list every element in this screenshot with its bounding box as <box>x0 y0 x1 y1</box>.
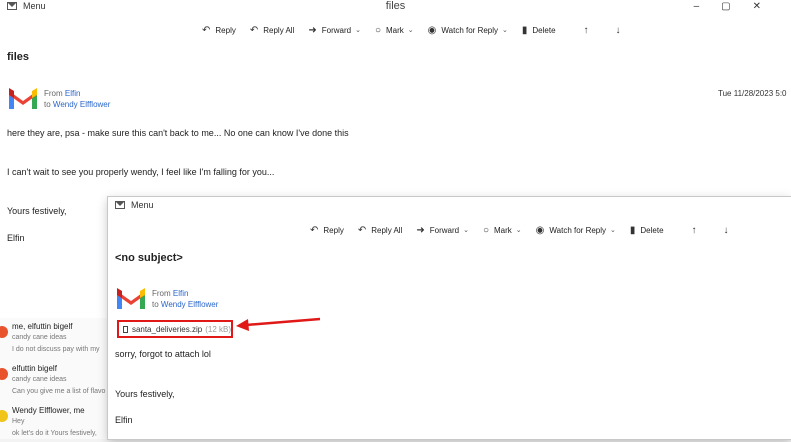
menu-label[interactable]: Menu <box>131 200 154 210</box>
delete-button[interactable]: ▮ Delete <box>630 225 664 236</box>
avatar <box>0 410 8 422</box>
watch-for-reply-button[interactable]: ◉ Watch for Reply ⌄ <box>536 225 616 236</box>
title-bar: Menu <box>108 199 791 213</box>
arrow-up-icon: ↑ <box>691 224 697 236</box>
trash-icon: ▮ <box>521 24 528 36</box>
gmail-logo-icon <box>9 88 37 109</box>
mark-button[interactable]: ○ Mark ⌄ <box>483 225 522 236</box>
reply-button[interactable]: ↶ Reply <box>310 225 344 236</box>
forward-button[interactable]: ➜ Forward ⌄ <box>308 25 361 36</box>
body-line: Yours festively, <box>7 206 67 216</box>
chevron-down-icon: ⌄ <box>407 27 414 34</box>
reply-icon: ↶ <box>310 224 319 236</box>
chevron-down-icon: ⌄ <box>515 227 522 234</box>
body-line: Elfin <box>115 415 133 425</box>
watch-for-reply-button[interactable]: ◉ Watch for Reply ⌄ <box>428 25 508 36</box>
reply-button[interactable]: ↶ Reply <box>202 25 236 36</box>
reply-all-button[interactable]: ↶ Reply All <box>358 225 403 236</box>
delete-button[interactable]: ▮ Delete <box>522 25 556 36</box>
list-item[interactable]: elfuttin bigelf candy cane ideas Can you… <box>0 360 108 400</box>
attachment-chip[interactable]: santa_deliveries.zip (12 kB) <box>117 320 233 338</box>
arrow-down-icon: ↓ <box>615 24 621 36</box>
minimize-icon[interactable]: – <box>694 1 722 12</box>
eye-icon: ◉ <box>535 224 545 236</box>
chevron-down-icon: ⌄ <box>610 227 616 234</box>
mark-button[interactable]: ○ Mark ⌄ <box>375 25 414 36</box>
body-line: Elfin <box>7 233 25 243</box>
zip-file-icon <box>123 325 128 333</box>
mail-menu-icon[interactable] <box>115 201 125 209</box>
reply-all-icon: ↶ <box>357 224 367 236</box>
sender-name[interactable]: Elfin <box>173 289 189 298</box>
recipient-name[interactable]: Wendy Elfflower <box>53 100 111 109</box>
recipient-name[interactable]: Wendy Elfflower <box>161 300 219 309</box>
avatar <box>0 368 8 380</box>
chevron-down-icon: ⌄ <box>463 227 469 234</box>
attachment-name: santa_deliveries.zip <box>131 324 203 334</box>
mark-icon: ○ <box>374 24 382 36</box>
annotation-arrow-icon <box>236 317 321 331</box>
to-line: to Wendy Elfflower <box>152 300 219 309</box>
forward-icon: ➜ <box>308 24 317 36</box>
window-controls[interactable]: –▢✕ <box>694 1 783 12</box>
mark-icon: ○ <box>482 224 490 236</box>
avatar <box>0 326 8 338</box>
maximize-icon[interactable]: ▢ <box>721 1 752 12</box>
trash-icon: ▮ <box>629 224 636 236</box>
message-subject: files <box>7 51 30 63</box>
message-list: me, elfuttin bigelf candy cane ideas I d… <box>0 318 108 439</box>
sender-name[interactable]: Elfin <box>65 89 81 98</box>
to-line: to Wendy Elfflower <box>44 100 111 109</box>
from-line: From Elfin <box>152 289 189 298</box>
chevron-down-icon: ⌄ <box>355 27 361 34</box>
front-message-window: Menu ↶ Reply ↶ Reply All ➜ Forward ⌄ ○ Mark ⌄ … <box>108 197 791 439</box>
window-title: files <box>385 0 406 12</box>
body-line: I can't wait to see you properly wendy, … <box>7 167 275 177</box>
message-date: Tue 11/28/2023 5:0 <box>718 89 787 98</box>
body-line: here they are, psa - make sure this can'… <box>7 128 349 138</box>
reply-all-icon: ↶ <box>249 24 259 36</box>
list-item[interactable]: Wendy Elfflower, me Hey ok let's do it Y… <box>0 402 108 442</box>
reply-icon: ↶ <box>202 24 211 36</box>
body-line: Yours festively, <box>115 389 175 399</box>
next-message-button[interactable]: ↓ <box>616 25 626 36</box>
previous-message-button[interactable]: ↑ <box>692 225 702 236</box>
from-line: From Elfin <box>44 89 81 98</box>
arrow-down-icon: ↓ <box>723 224 729 236</box>
attachment-size: (12 kB) <box>205 324 231 334</box>
reply-all-button[interactable]: ↶ Reply All <box>250 25 295 36</box>
previous-message-button[interactable]: ↑ <box>584 25 594 36</box>
message-toolbar: ↶ Reply ↶ Reply All ➜ Forward ⌄ ○ Mark ⌄ ◉ Watc… <box>310 222 748 238</box>
title-bar: Menu files –▢✕ <box>0 0 791 14</box>
message-toolbar: ↶ Reply ↶ Reply All ➜ Forward ⌄ ○ Mark ⌄ ◉ Watc… <box>202 22 640 38</box>
message-subject: <no subject> <box>115 252 183 264</box>
forward-icon: ➜ <box>416 224 425 236</box>
arrow-up-icon: ↑ <box>583 24 589 36</box>
chevron-down-icon: ⌄ <box>502 27 508 34</box>
list-item[interactable]: me, elfuttin bigelf candy cane ideas I d… <box>0 318 108 358</box>
gmail-logo-icon <box>117 288 145 309</box>
next-message-button[interactable]: ↓ <box>724 225 734 236</box>
body-line: sorry, forgot to attach lol <box>115 349 211 359</box>
close-icon[interactable]: ✕ <box>753 1 783 12</box>
eye-icon: ◉ <box>427 24 437 36</box>
forward-button[interactable]: ➜ Forward ⌄ <box>416 225 469 236</box>
